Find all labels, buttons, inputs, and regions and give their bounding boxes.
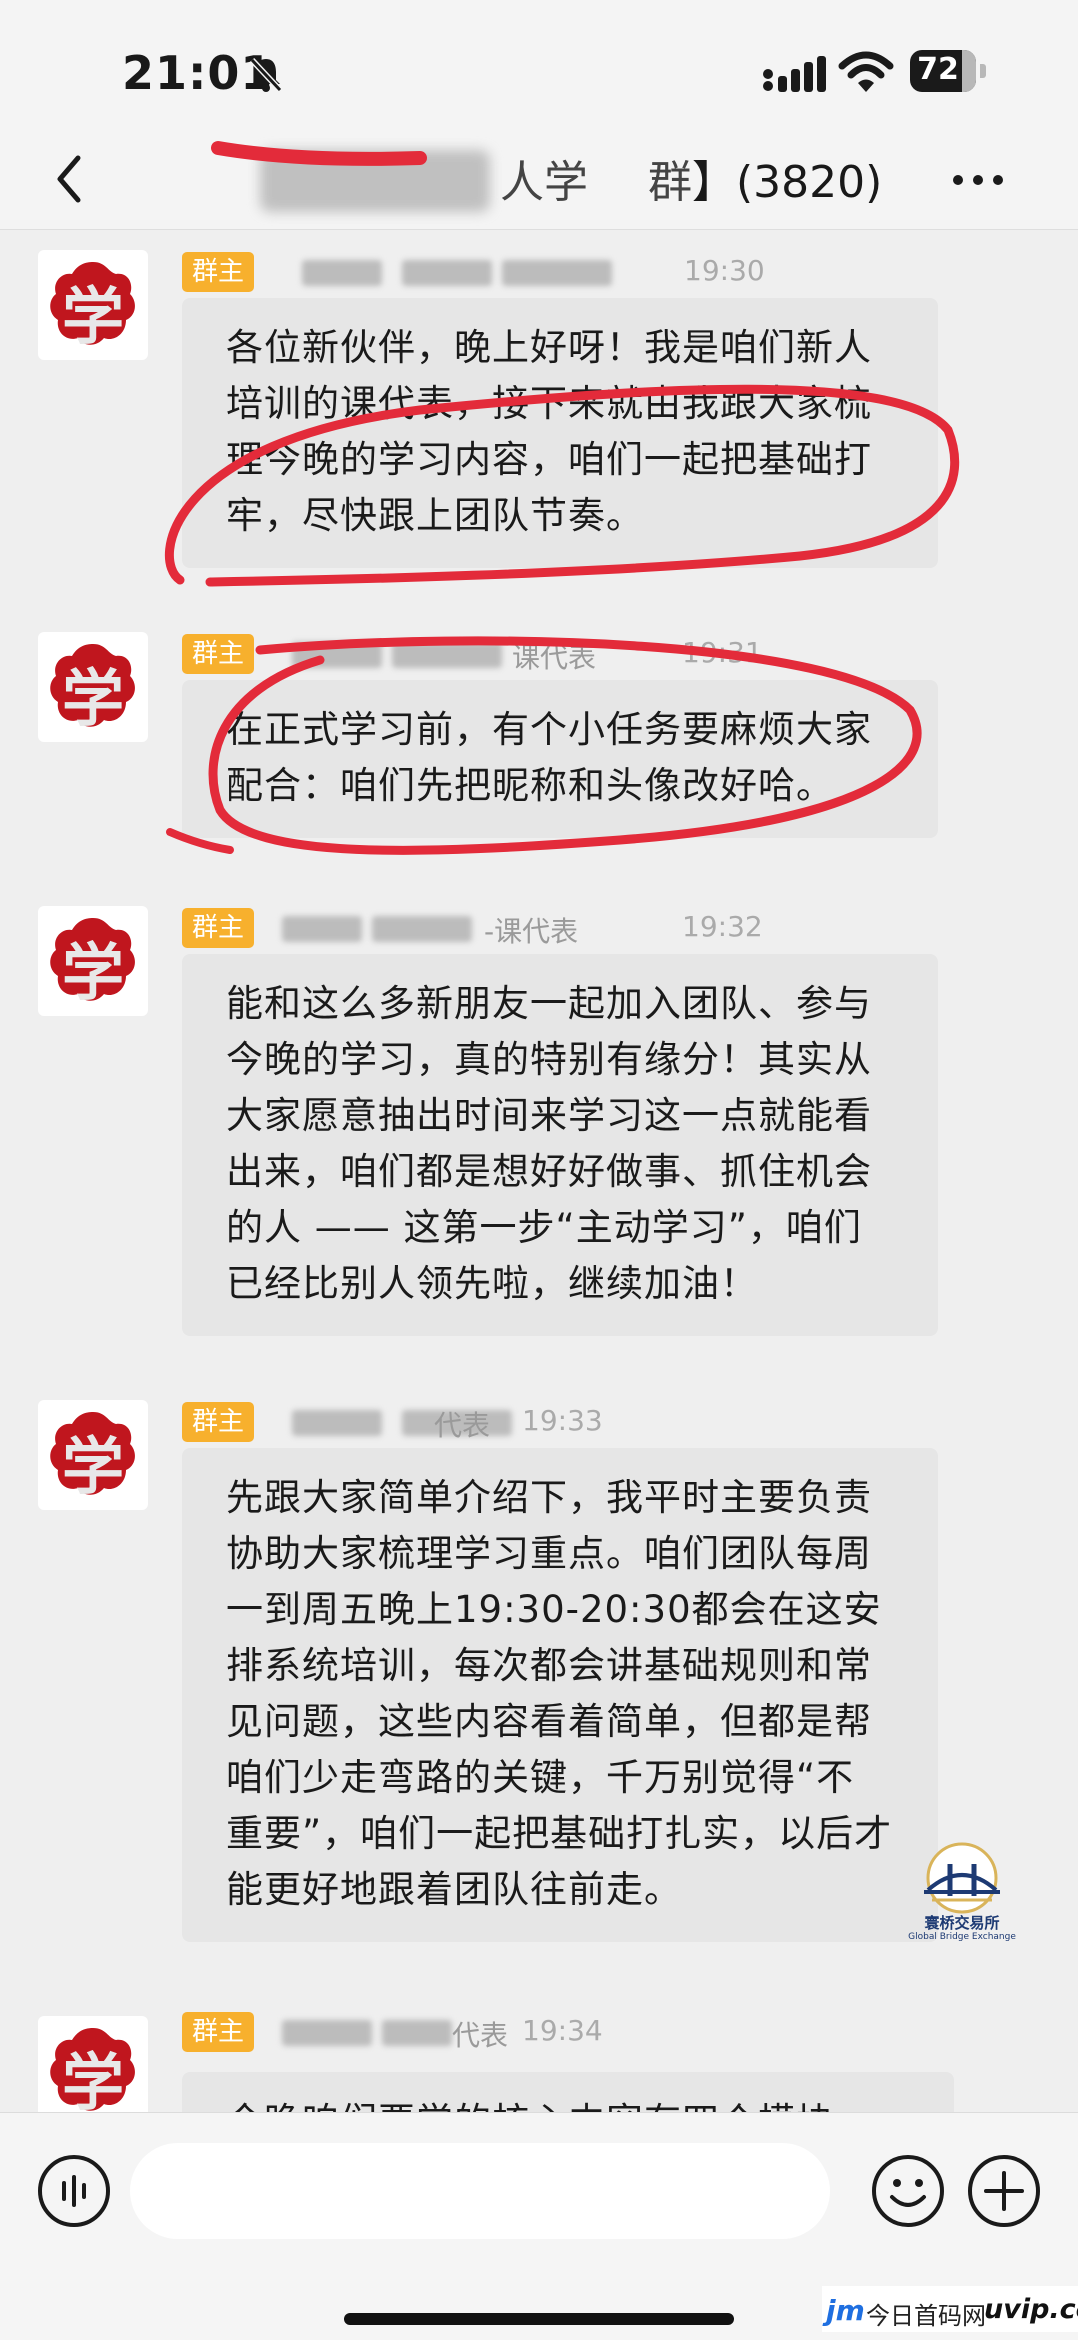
member-count: 】(3820) <box>692 157 883 208</box>
wifi-icon <box>838 51 894 92</box>
sender-line: 群主 -课代表 19:32 <box>182 906 882 952</box>
sender-name: 代表 <box>434 1409 491 1442</box>
message-time: 19:32 <box>682 910 763 943</box>
avatar[interactable]: 学 <box>38 250 148 360</box>
plus-circle-icon[interactable] <box>966 2153 1042 2229</box>
avatar[interactable]: 学 <box>38 1400 148 1510</box>
home-indicator[interactable] <box>344 2313 734 2325</box>
sender-name: 课代表 <box>512 641 597 674</box>
site-domain: uvip.cc <box>984 2294 1078 2325</box>
cellular-signal-icon <box>763 56 826 92</box>
title-fragment: 人学 <box>500 157 588 208</box>
owner-badge: 群主 <box>182 1402 255 1442</box>
message-bubble[interactable]: 能和这么多新朋友一起加入团队、参与 今晚的学习，真的特别有缘分！其实从 大家愿意… <box>182 954 938 1336</box>
sender-name: 代表 <box>452 2019 509 2052</box>
bell-muted-icon <box>249 57 283 93</box>
chat-title[interactable]: 人学 群】(3820) <box>270 146 882 210</box>
message-bubble[interactable]: 各位新伙伴，晚上好呀！我是咱们新人 培训的课代表，接下来就由我跟大家梳 理今晚的… <box>182 298 938 568</box>
owner-badge: 群主 <box>182 252 255 292</box>
message-bubble[interactable]: 在正式学习前，有个小任务要麻烦大家 配合：咱们先把昵称和头像改好哈。 <box>182 680 938 838</box>
message-bubble[interactable]: 先跟大家简单介绍下，我平时主要负责 协助大家梳理学习重点。咱们团队每周 一到周五… <box>182 1448 938 1942</box>
emoji-smile-icon[interactable] <box>870 2153 946 2229</box>
voice-wave-icon[interactable] <box>36 2153 112 2229</box>
message-input[interactable] <box>130 2143 830 2239</box>
chat-message: 学 群主 代表 19:34 今晚咱们要学的核心内容有四个模块 <box>0 2010 1078 2112</box>
site-logo: jm <box>826 2294 865 2327</box>
owner-badge: 群主 <box>182 908 255 948</box>
avatar[interactable]: 学 <box>38 906 148 1016</box>
sender-line: 群主 代表 19:34 <box>182 2010 882 2056</box>
more-dots-icon[interactable] <box>946 150 1010 210</box>
battery-indicator: 72 <box>910 50 986 92</box>
site-name: 今日首码网 <box>866 2302 986 2330</box>
message-time: 19:31 <box>682 636 763 669</box>
status-bar: 21:01 72 <box>0 0 1078 130</box>
message-bubble[interactable]: 今晚咱们要学的核心内容有四个模块 <box>182 2072 954 2112</box>
bridge-icon <box>924 1842 1000 1914</box>
sender-name: -课代表 <box>484 915 579 948</box>
avatar[interactable]: 学 <box>38 2016 148 2112</box>
exchange-logo-watermark: 寰桥交易所 Global Bridge Exchange <box>904 1840 1020 1956</box>
sender-line: 群主 课代表 19:31 <box>182 632 882 678</box>
sender-line: 群主 19:30 <box>182 250 882 296</box>
sender-line: 群主 代表 19:33 <box>182 1400 882 1446</box>
battery-level: 72 <box>917 52 959 87</box>
message-time: 19:33 <box>522 1404 603 1437</box>
owner-badge: 群主 <box>182 634 255 674</box>
back-button[interactable] <box>44 144 94 214</box>
avatar[interactable]: 学 <box>38 632 148 742</box>
site-watermark: jm 今日首码网 uvip.cc <box>822 2286 1078 2332</box>
title-fragment-2: 群 <box>648 157 692 208</box>
owner-badge: 群主 <box>182 2012 255 2052</box>
chat-header: 人学 群】(3820) <box>0 130 1078 230</box>
message-time: 19:30 <box>684 254 765 287</box>
message-time: 19:34 <box>522 2014 603 2047</box>
